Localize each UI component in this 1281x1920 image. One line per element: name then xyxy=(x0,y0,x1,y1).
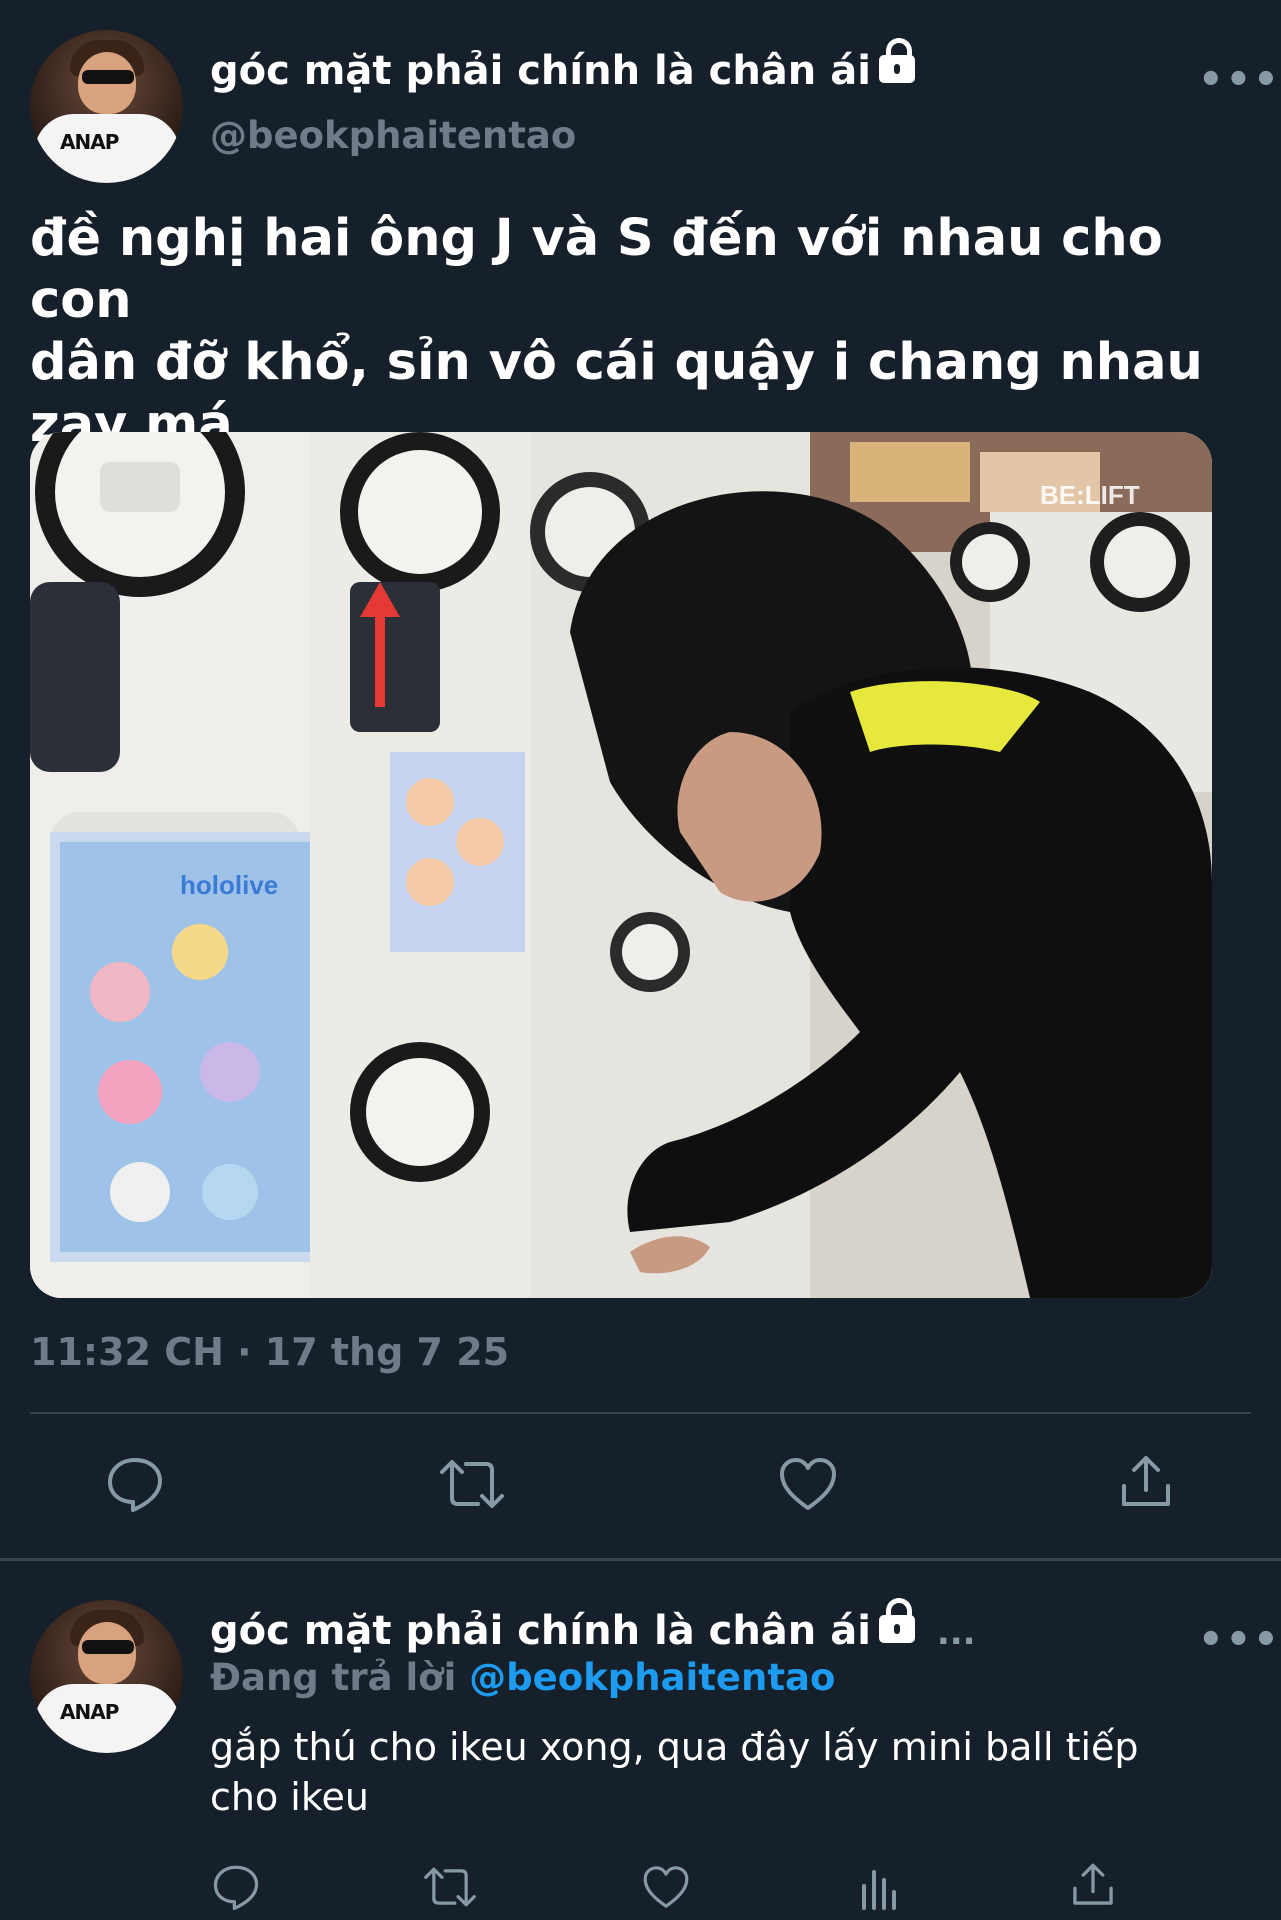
name-truncation-ellipsis: ... xyxy=(936,1613,976,1653)
author-name[interactable]: góc mặt phải chính là chân ái xyxy=(210,48,871,94)
author-avatar[interactable]: ANAP xyxy=(30,30,183,183)
reply-author-name-row[interactable]: góc mặt phải chính là chân ái ... xyxy=(210,1598,976,1654)
more-options-button[interactable]: ••• xyxy=(1198,60,1281,100)
reply-button[interactable] xyxy=(106,1456,164,1512)
photo-illustration: hololive BE:LIFT xyxy=(30,432,1212,1298)
replying-to-handle[interactable]: @beokphaitentao xyxy=(469,1656,835,1699)
avatar-shirt-logo: ANAP xyxy=(60,1700,119,1724)
reply-text-line: cho ikeu xyxy=(210,1775,369,1819)
like-icon xyxy=(780,1458,836,1510)
reply-more-options-button[interactable]: ••• xyxy=(1198,1620,1281,1660)
avatar-shirt-logo: ANAP xyxy=(60,130,119,154)
svg-text:hololive: hololive xyxy=(180,870,278,900)
tweet-text: đề nghị hai ông J và S đến với nhau cho … xyxy=(30,208,1260,456)
like-button[interactable] xyxy=(778,1456,838,1512)
divider xyxy=(30,1412,1251,1414)
tweet-media-photo[interactable]: hololive BE:LIFT xyxy=(30,432,1212,1298)
lock-icon xyxy=(878,1598,915,1643)
reply-icon xyxy=(108,1458,162,1512)
reply-text: gắp thú cho ikeu xong, qua đây lấy mini … xyxy=(210,1722,1260,1822)
reply-text-line: gắp thú cho ikeu xong, qua đây lấy mini … xyxy=(210,1725,1139,1769)
reply-icon xyxy=(213,1865,259,1910)
reply-reply-button[interactable] xyxy=(212,1864,260,1910)
reply-share-button[interactable] xyxy=(1070,1862,1116,1908)
avatar-sunglasses xyxy=(82,70,134,84)
author-name-row[interactable]: góc mặt phải chính là chân ái xyxy=(210,38,915,94)
replying-to-line: Đang trả lời @beokphaitentao xyxy=(210,1656,835,1699)
share-icon xyxy=(1122,1456,1170,1506)
lock-icon xyxy=(878,38,915,83)
retweet-button[interactable] xyxy=(438,1458,506,1510)
analytics-icon xyxy=(862,1870,896,1910)
tweet-timestamp[interactable]: 11:32 CH · 17 thg 7 25 xyxy=(30,1330,509,1374)
tweet-text-line: dân đỡ khổ, sỉn vô cái quậy i chang nhau xyxy=(30,333,1203,392)
avatar-sunglasses xyxy=(82,1640,134,1654)
reply-retweet-button[interactable] xyxy=(422,1866,478,1908)
divider xyxy=(0,1558,1281,1561)
reply-author-avatar[interactable]: ANAP xyxy=(30,1600,183,1753)
retweet-icon xyxy=(440,1460,504,1508)
share-icon xyxy=(1073,1863,1113,1905)
reply-like-button[interactable] xyxy=(642,1864,690,1910)
retweet-icon xyxy=(424,1867,476,1907)
media-watermark: BE:LIFT xyxy=(1040,480,1140,510)
share-button[interactable] xyxy=(1118,1454,1174,1510)
reply-analytics-button[interactable] xyxy=(858,1864,902,1910)
tweet-text-line: đề nghị hai ông J và S đến với nhau cho … xyxy=(30,209,1163,330)
reply-author-name[interactable]: góc mặt phải chính là chân ái xyxy=(210,1608,871,1654)
like-icon xyxy=(643,1866,689,1908)
author-handle[interactable]: @beokphaitentao xyxy=(210,114,576,157)
replying-to-prefix: Đang trả lời xyxy=(210,1656,457,1699)
